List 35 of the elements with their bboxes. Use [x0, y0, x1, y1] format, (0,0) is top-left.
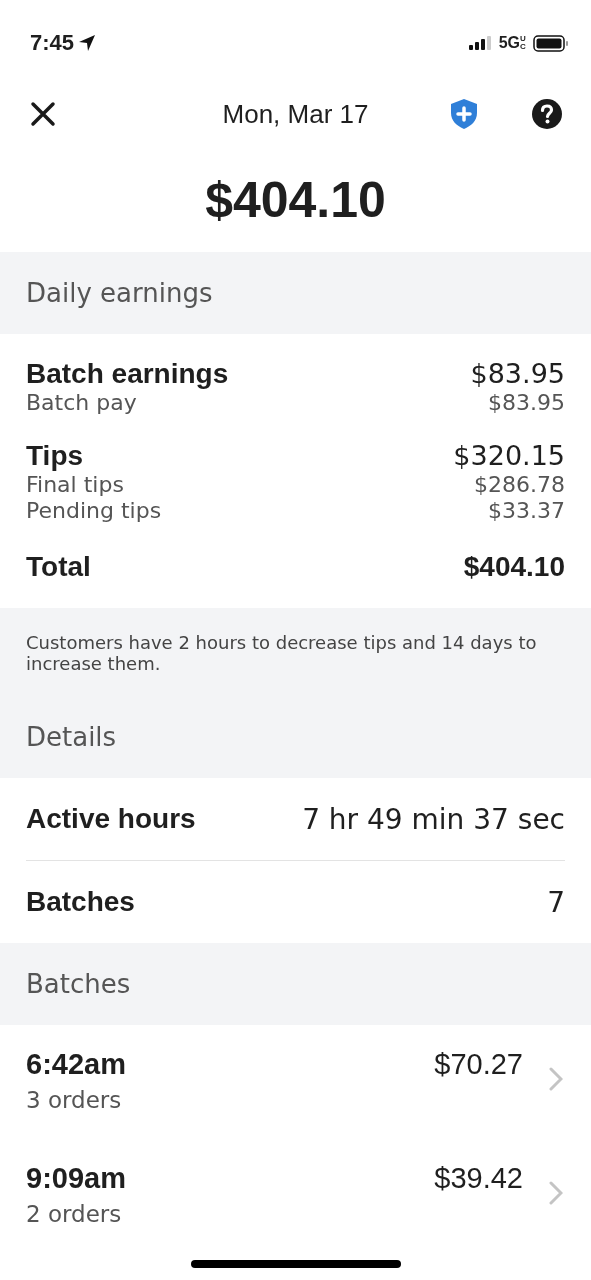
chevron-right-icon [549, 1067, 563, 1091]
line-label: Final tips [26, 472, 124, 498]
section-heading: Batches [26, 969, 131, 999]
line-amount: $33.37 [488, 498, 565, 524]
earnings-category: Batch earnings [26, 358, 229, 390]
status-time: 7:45 [30, 30, 75, 56]
chevron-right-icon [549, 1181, 563, 1205]
line-amount: $83.95 [488, 390, 565, 416]
help-icon[interactable] [531, 98, 563, 130]
detail-label: Batches [26, 886, 135, 918]
signal-icon [468, 36, 493, 50]
earnings-category: Tips [26, 440, 84, 472]
location-arrow-icon [78, 34, 97, 52]
detail-value: 7 [547, 885, 565, 919]
tips-note: Customers have 2 hours to decrease tips and 14 days to increase them. [26, 632, 537, 674]
line-label: Pending tips [26, 498, 162, 524]
detail-label: Active hours [26, 803, 196, 835]
page-title: Mon, Mar 17 [222, 98, 369, 129]
category-amount: $320.15 [453, 440, 565, 472]
line-amount: $286.78 [474, 472, 565, 498]
battery-icon [533, 34, 569, 52]
detail-value: 7 hr 49 min 37 sec [302, 802, 565, 836]
section-heading: Daily earnings [26, 278, 213, 308]
line-label: Batch pay [26, 390, 137, 416]
total-value: $404.10 [463, 551, 565, 583]
total-label: Total [26, 551, 91, 583]
batch-item[interactable]: 6:42am 3 orders $70.27 [0, 1025, 591, 1139]
network-label: 5G [498, 34, 520, 52]
batch-item[interactable]: 9:09am 2 orders $39.42 [0, 1139, 591, 1253]
network-sublabel: UC [520, 35, 527, 51]
total-amount: $404.10 [204, 171, 387, 230]
category-amount: $83.95 [470, 358, 565, 390]
section-heading: Details [26, 722, 117, 752]
shield-plus-icon[interactable] [449, 98, 479, 130]
close-button[interactable] [30, 101, 56, 127]
